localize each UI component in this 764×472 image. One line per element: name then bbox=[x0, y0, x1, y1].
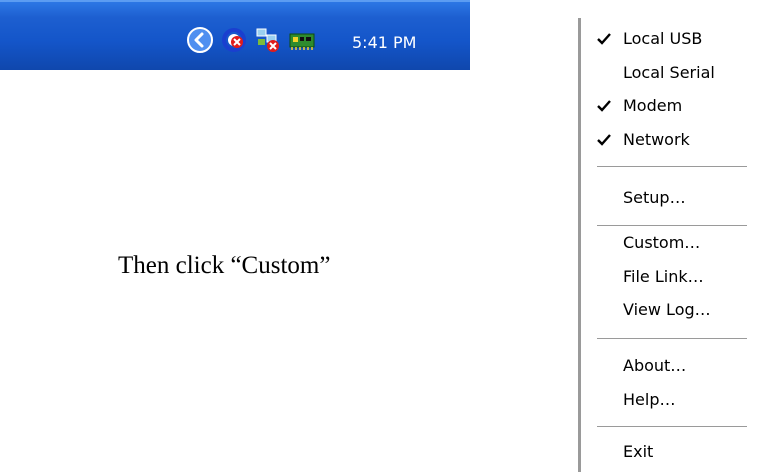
modem-card-icon[interactable] bbox=[288, 26, 316, 54]
check-icon bbox=[597, 22, 617, 56]
check-icon bbox=[597, 89, 617, 123]
menu-item-help[interactable]: Help… bbox=[581, 383, 764, 417]
menu-item-view-log[interactable]: View Log… bbox=[581, 293, 764, 327]
menu-item-label: View Log… bbox=[623, 300, 711, 319]
network-error-icon[interactable] bbox=[254, 26, 282, 54]
menu-item-label: Exit bbox=[623, 442, 654, 461]
menu-item-label: Network bbox=[623, 130, 690, 149]
menu-separator bbox=[597, 426, 747, 428]
menu-item-about[interactable]: About… bbox=[581, 349, 764, 383]
menu-item-label: Custom… bbox=[623, 233, 701, 252]
tray-highlight bbox=[0, 0, 470, 2]
check-icon bbox=[597, 123, 617, 157]
menu-item-local-usb[interactable]: Local USB bbox=[581, 22, 764, 56]
menu-item-file-link[interactable]: File Link… bbox=[581, 260, 764, 294]
back-arrow-icon[interactable] bbox=[186, 26, 214, 54]
menu-item-label: File Link… bbox=[623, 267, 704, 286]
tray-icons bbox=[186, 24, 316, 56]
taskbar-tray: 5:41 PM bbox=[0, 0, 470, 70]
menu-item-network[interactable]: Network bbox=[581, 123, 764, 157]
instruction-text: Then click “Custom” bbox=[118, 252, 331, 279]
clock: 5:41 PM bbox=[352, 33, 417, 52]
menu-item-label: Help… bbox=[623, 390, 676, 409]
menu-separator bbox=[597, 166, 747, 168]
menu-item-label: Local Serial bbox=[623, 63, 715, 82]
context-menu: Local USB Local Serial Modem Network Set… bbox=[578, 18, 764, 472]
menu-item-label: Setup… bbox=[623, 188, 686, 207]
menu-item-modem[interactable]: Modem bbox=[581, 89, 764, 123]
menu-item-local-serial[interactable]: Local Serial bbox=[581, 56, 764, 90]
menu-item-setup[interactable]: Setup… bbox=[581, 181, 764, 215]
menu-item-label: Local USB bbox=[623, 29, 703, 48]
menu-item-label: About… bbox=[623, 356, 687, 375]
sync-error-icon[interactable] bbox=[220, 26, 248, 54]
menu-item-exit[interactable]: Exit bbox=[581, 435, 764, 469]
menu-separator bbox=[597, 338, 747, 340]
menu-item-label: Modem bbox=[623, 96, 683, 115]
menu-item-custom[interactable]: Custom… bbox=[581, 226, 764, 260]
